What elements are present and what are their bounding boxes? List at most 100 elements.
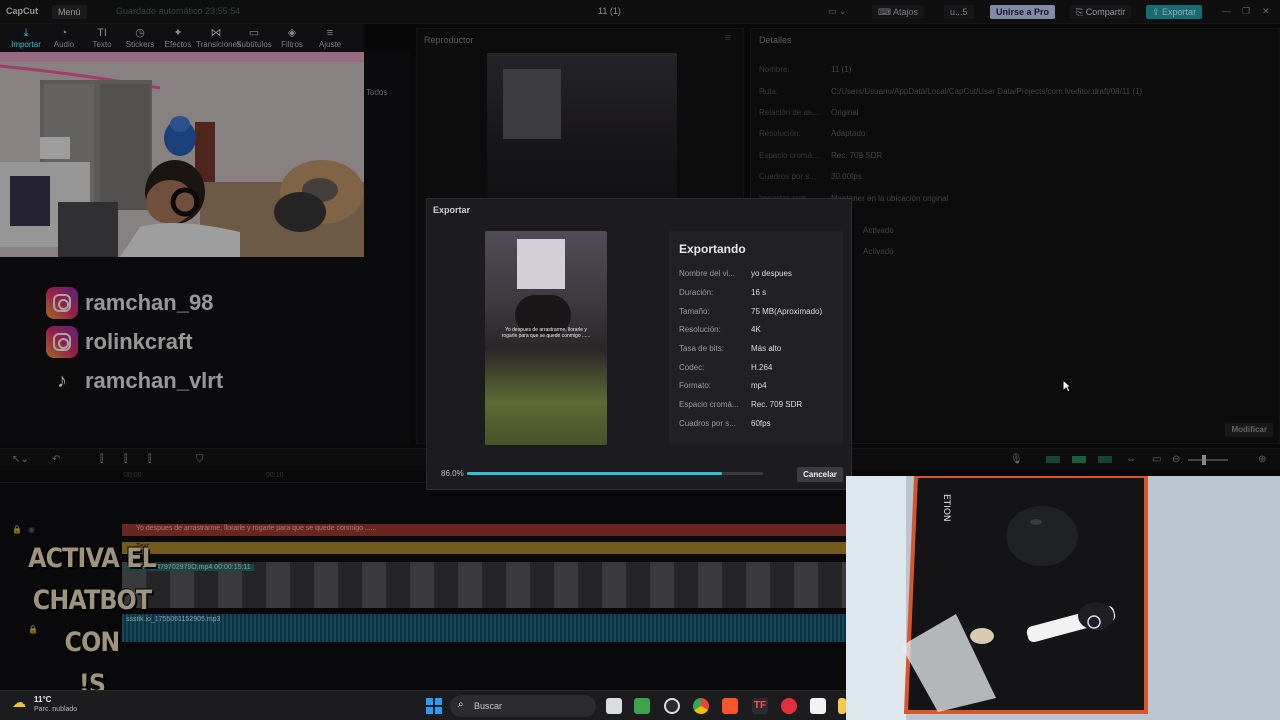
shortcuts-button[interactable]: ⌨ Atajos	[872, 5, 925, 19]
taskbar-search[interactable]: ⌕ Buscar	[450, 695, 596, 717]
tab-texto[interactable]: TI Texto	[82, 26, 122, 49]
lock-icon[interactable]: 🔒	[12, 525, 22, 534]
tab-label: Texto	[92, 40, 112, 49]
modify-button[interactable]: Modificar	[1225, 423, 1273, 437]
weather-icon: ☁	[12, 694, 26, 710]
ruler-tick: 00:00	[124, 472, 142, 479]
tab-label: Stickers	[125, 40, 155, 49]
filter-all[interactable]: Todos	[366, 88, 387, 97]
tab-ajuste[interactable]: ≡ Ajuste	[310, 26, 350, 49]
zoom-slider-handle[interactable]	[1202, 455, 1206, 465]
tab-audio[interactable]: ◔ Audio	[44, 26, 84, 49]
file-explorer-icon[interactable]	[838, 698, 846, 714]
webcam-desk-scene: ETION	[846, 476, 1280, 720]
tab-efectos[interactable]: ✦ Efectos	[158, 26, 198, 49]
layout-icon[interactable]: ▭ ⌄	[828, 6, 847, 17]
tab-stickers[interactable]: ◷ Stickers	[120, 26, 160, 49]
tab-label: Subtítulos	[236, 40, 272, 49]
player-menu-icon[interactable]: ≡	[725, 33, 731, 44]
chatgpt-icon[interactable]	[664, 698, 680, 714]
webcam-overlay-desk: ETION	[846, 476, 1280, 720]
windows-start-icon[interactable]	[426, 698, 442, 714]
social-tiktok: ♪ ramchan_vlrt	[46, 365, 223, 397]
tab-label: Ajuste	[318, 40, 342, 49]
player-preview[interactable]	[487, 53, 677, 203]
export-icon: ⇪	[1152, 7, 1163, 17]
export-button[interactable]: ⇪ Exportar	[1146, 5, 1203, 19]
detail-row: Resolución: Adaptado	[759, 129, 866, 138]
export-info-row: Cuadros por s... 60fps	[679, 419, 771, 428]
select-tool-icon[interactable]: ↖⌄	[12, 454, 29, 465]
opera-icon[interactable]	[781, 698, 797, 714]
shield-icon[interactable]: ⛉	[196, 454, 204, 465]
social-handle: ramchan_98	[85, 290, 214, 315]
subtitle-icon: ▭	[248, 27, 260, 39]
caption-icon[interactable]: ▭	[1152, 454, 1161, 465]
share-icon: ⎘	[1076, 7, 1086, 17]
tf-app-icon[interactable]: TF	[752, 698, 768, 714]
join-pro-button[interactable]: Unirse a Pro	[990, 5, 1056, 19]
chatbot-overlay-text: ACTIVA EL CHATBOT CON !S	[11, 538, 173, 706]
share-button[interactable]: ⎘ Compartir	[1070, 5, 1132, 19]
split-view-icon[interactable]: ⇔	[1126, 454, 1136, 465]
detail-row: Ruta: C:/Users/Usuario/AppData/Local/CapC…	[759, 87, 1143, 96]
import-icon: ⤓	[23, 27, 29, 39]
zoom-out-icon[interactable]: ⊖	[1172, 454, 1180, 465]
weather-temp[interactable]: 11°C	[34, 695, 51, 704]
weather-desc[interactable]: Parc. nublado	[34, 706, 77, 713]
tab-filtros[interactable]: ◈ Filtros	[272, 26, 312, 49]
audio-clip[interactable]: ssstik.io_1755061152905.mp3	[122, 614, 846, 642]
task-view-icon[interactable]	[606, 698, 622, 714]
tab-subtítulos[interactable]: ▭ Subtítulos	[234, 26, 274, 49]
minimize-icon[interactable]: —	[1222, 6, 1231, 16]
thumb-fridge	[517, 239, 565, 289]
trim-left-icon[interactable]: ⫿	[124, 454, 127, 465]
maximize-icon[interactable]: ❐	[1242, 6, 1250, 17]
export-info: Exportando Nombre del vi... yo despues Du…	[669, 231, 843, 445]
undo-icon[interactable]: ↶	[52, 454, 60, 465]
export-info-row: Espacio cromá... Rec. 709 SDR	[679, 400, 803, 409]
export-info-row: Tamaño: 75 MB(Aproximado)	[679, 307, 823, 316]
export-info-row: Formato: mp4	[679, 381, 767, 390]
preview-fridge	[503, 69, 561, 139]
link-icon[interactable]	[1046, 456, 1060, 463]
details-title: Detalles	[759, 35, 792, 45]
chrome-icon[interactable]	[693, 698, 709, 714]
video-clip[interactable]: 7538778479702979O.mp4 00:00:15:11	[122, 562, 846, 608]
xbox-icon[interactable]	[634, 698, 650, 714]
tab-label: Filtros	[281, 40, 303, 49]
instagram-icon	[46, 287, 78, 319]
tab-transiciones[interactable]: ⋈ Transiciones	[196, 26, 241, 49]
zoom-in-icon[interactable]: ⊕	[1258, 454, 1266, 465]
progress-bar	[467, 472, 763, 475]
magnet-icon[interactable]	[1072, 456, 1086, 463]
user-button[interactable]: u...5	[944, 5, 974, 19]
menu-button[interactable]: Menú	[52, 5, 87, 19]
tab-importar[interactable]: ⤓ Importar	[6, 26, 46, 49]
close-icon[interactable]: ✕	[1262, 6, 1270, 17]
progress-percent: 86.0%	[441, 469, 464, 478]
trim-right-icon[interactable]: ⫿	[148, 454, 151, 465]
export-info-row: Resolución: 4K	[679, 325, 761, 334]
text-icon: TI	[97, 27, 107, 39]
capcut-icon[interactable]	[810, 698, 826, 714]
webcam-room-scene	[0, 52, 364, 257]
chatbot-line: ACTIVA EL	[28, 543, 157, 574]
windows-taskbar: ☁ 11°C Parc. nublado ⌕ Buscar TF	[0, 690, 846, 720]
visibility-icon[interactable]: ◉	[28, 525, 35, 534]
brave-icon[interactable]	[722, 698, 738, 714]
search-icon: ⌕	[458, 699, 464, 710]
text-clip[interactable]: Yo despues de arrastrarme, llorarle y ro…	[122, 524, 846, 536]
sticker-clip[interactable]: Text	[122, 542, 846, 554]
microphone-icon[interactable]: 🎙	[1010, 454, 1023, 465]
progress-bar-fill	[467, 472, 722, 475]
snap-icon[interactable]	[1098, 456, 1112, 463]
tab-label: Audio	[53, 40, 75, 49]
export-info-row: Codec: H.264	[679, 363, 773, 372]
export-info-row: Nombre del vi... yo despues	[679, 269, 792, 278]
social-handle: ramchan_vlrt	[85, 368, 224, 393]
split-icon[interactable]: ⫿	[100, 454, 103, 465]
mousepad-brand: ETION	[941, 494, 951, 522]
cancel-button[interactable]: Cancelar	[797, 467, 843, 482]
zoom-slider[interactable]	[1188, 459, 1228, 461]
